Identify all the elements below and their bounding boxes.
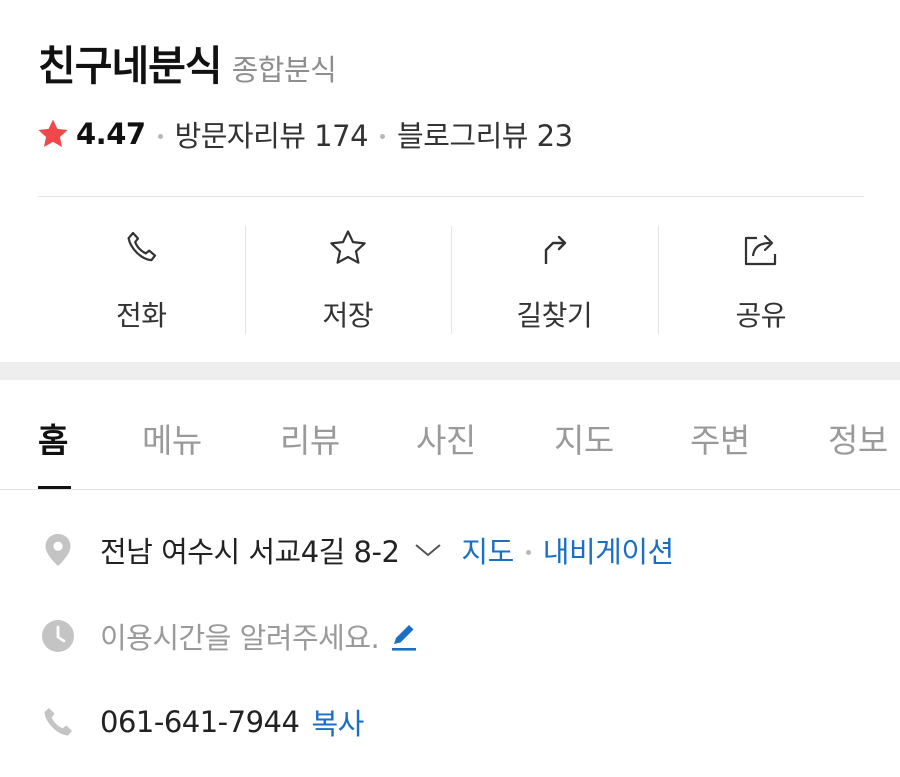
tab-photos[interactable]: 사진 — [416, 414, 476, 462]
action-bar: 전화 저장 길찾기 공유 — [38, 226, 864, 334]
directions-label: 길찾기 — [516, 299, 593, 332]
separator-dot — [380, 133, 386, 139]
star-icon — [38, 119, 68, 148]
map-link[interactable]: 지도 — [461, 529, 514, 571]
address-row: 전남 여수시 서교4길 8-2 지도 내비게이션 — [40, 528, 674, 572]
divider — [38, 196, 864, 197]
tab-info[interactable]: 정보 — [828, 414, 888, 462]
active-tab-indicator — [38, 486, 71, 489]
separator-dot — [525, 549, 531, 555]
place-name: 친구네분식 — [38, 42, 223, 90]
navigation-link[interactable]: 내비게이션 — [543, 529, 674, 571]
share-icon — [744, 234, 776, 266]
tab-bar: 홈 메뉴 리뷰 사진 지도 주변 정보 — [0, 380, 900, 490]
tab-nearby[interactable]: 주변 — [690, 414, 750, 462]
phone-number: 061-641-7944 — [100, 705, 300, 739]
section-separator — [0, 362, 900, 380]
save-label: 저장 — [322, 299, 374, 332]
copy-button[interactable]: 복사 — [311, 701, 364, 743]
clock-icon — [42, 620, 74, 652]
directions-button[interactable]: 길찾기 — [451, 226, 658, 334]
hours-prompt[interactable]: 이용시간을 알려주세요. — [100, 615, 380, 657]
blog-reviews-link[interactable]: 블로그리뷰 23 — [397, 113, 573, 155]
phone-icon — [127, 231, 157, 262]
hours-row: 이용시간을 알려주세요. — [40, 614, 419, 658]
rating-value: 4.47 — [76, 117, 146, 151]
location-pin-icon — [45, 534, 71, 566]
phone-row: 061-641-7944 복사 — [40, 700, 364, 744]
visitor-reviews-link[interactable]: 방문자리뷰 174 — [175, 113, 369, 155]
tab-home[interactable]: 홈 — [38, 414, 68, 462]
phone-icon — [44, 708, 72, 736]
address-text: 전남 여수시 서교4길 8-2 — [100, 535, 400, 569]
share-button[interactable]: 공유 — [657, 226, 865, 334]
call-button[interactable]: 전화 — [38, 226, 245, 334]
share-label: 공유 — [735, 299, 787, 332]
tab-map[interactable]: 지도 — [554, 414, 614, 462]
pencil-icon[interactable] — [389, 620, 419, 652]
place-category: 종합분식 — [231, 53, 337, 87]
call-label: 전화 — [115, 299, 167, 332]
separator-dot — [157, 133, 163, 139]
place-header: 친구네분식 종합분식 — [38, 32, 868, 92]
tab-menu[interactable]: 메뉴 — [142, 414, 202, 462]
save-button[interactable]: 저장 — [244, 226, 452, 334]
star-outline-icon — [330, 230, 366, 264]
turn-right-arrow-icon — [545, 235, 567, 264]
chevron-down-icon[interactable] — [413, 540, 443, 560]
rating-row: 4.47 방문자리뷰 174 블로그리뷰 23 — [36, 112, 573, 156]
tab-reviews[interactable]: 리뷰 — [280, 414, 340, 462]
